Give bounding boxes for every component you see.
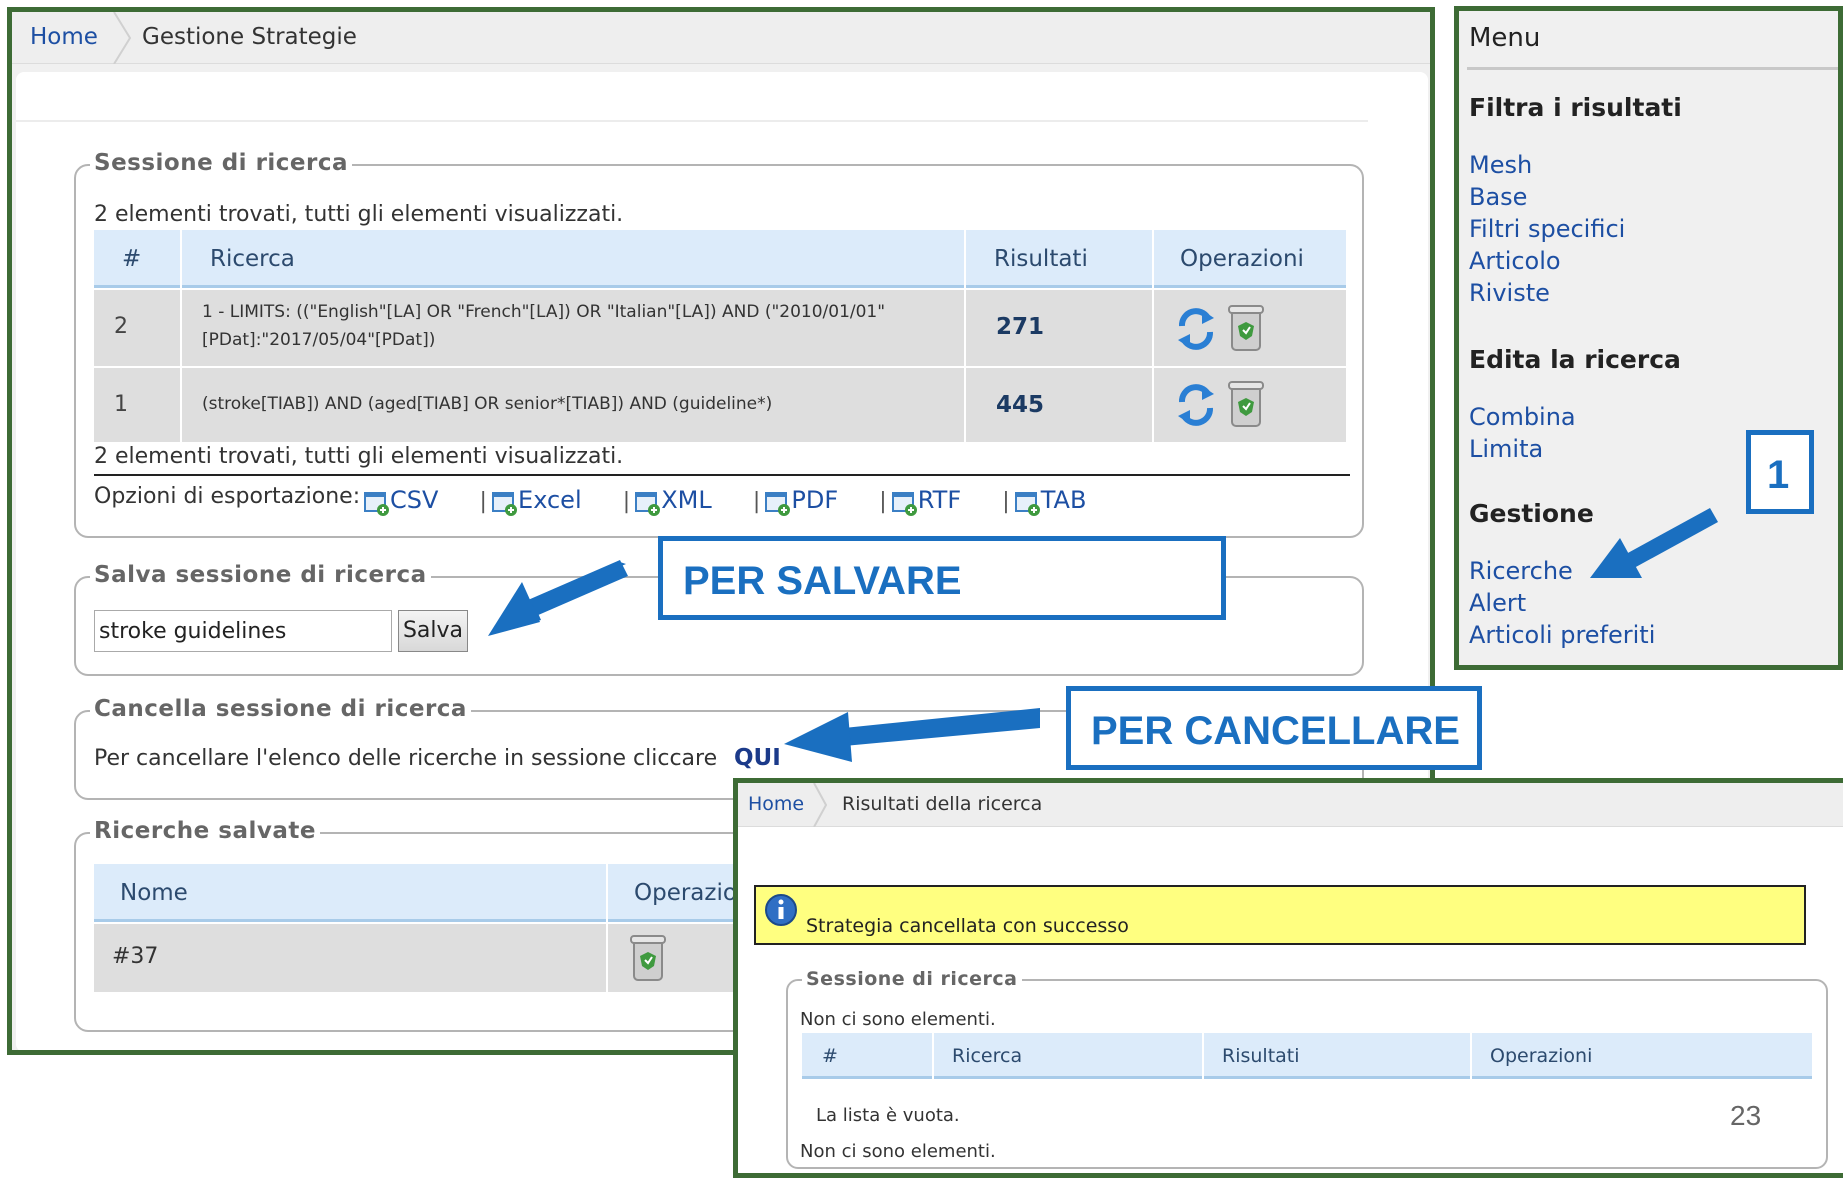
delete-arrow-icon (844, 708, 1040, 746)
menu-arrow-icon (1626, 508, 1718, 568)
page-number: 23 (1730, 1100, 1762, 1131)
annotation-arrows (488, 508, 1718, 762)
